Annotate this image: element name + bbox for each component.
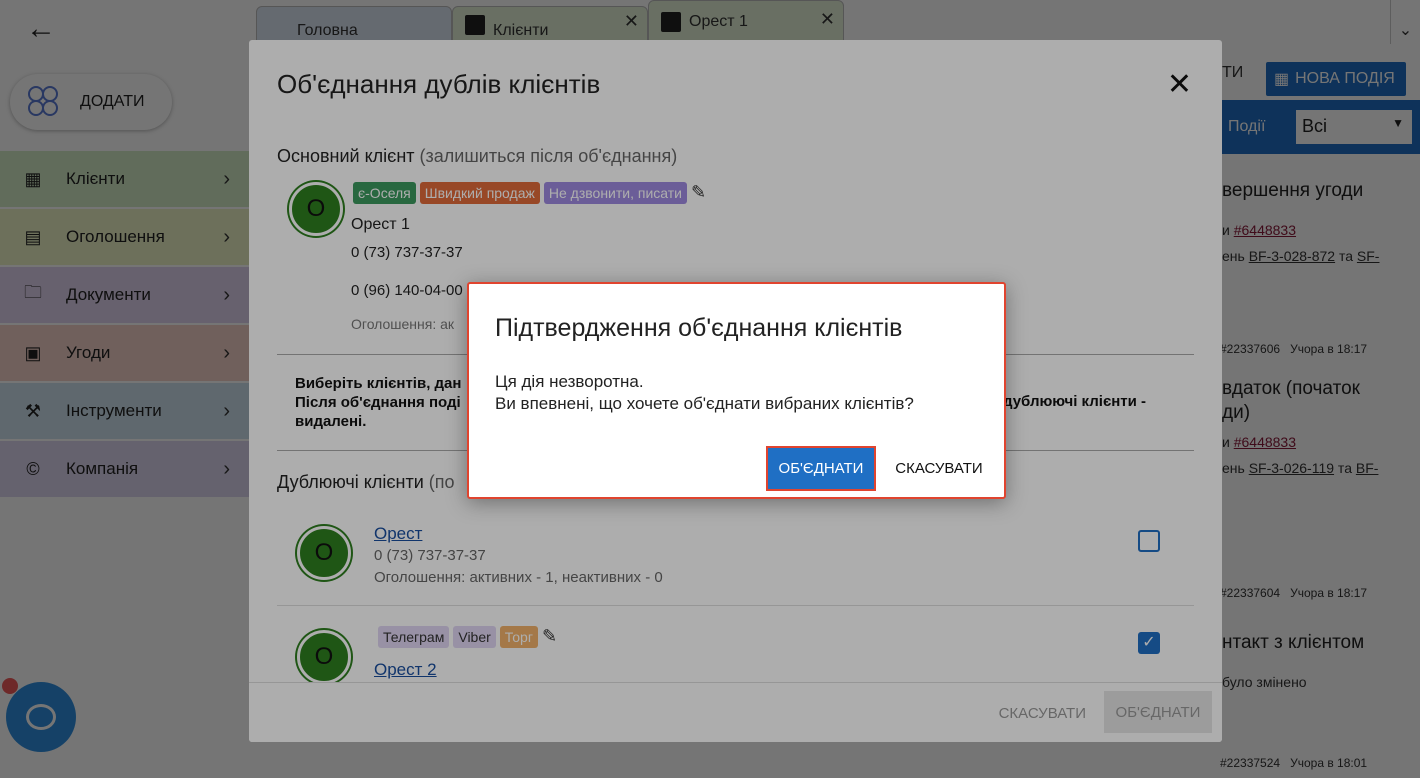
confirm-merge-button[interactable]: ОБ'ЄДНАТИ xyxy=(766,446,876,491)
confirm-text: Ця дія незворотна. xyxy=(495,372,644,391)
confirm-title: Підтвердження об'єднання клієнтів xyxy=(495,314,903,342)
confirm-cancel-button[interactable]: СКАСУВАТИ xyxy=(884,446,994,491)
confirm-text: Ви впевнені, що хочете об'єднати вибрани… xyxy=(495,394,914,413)
